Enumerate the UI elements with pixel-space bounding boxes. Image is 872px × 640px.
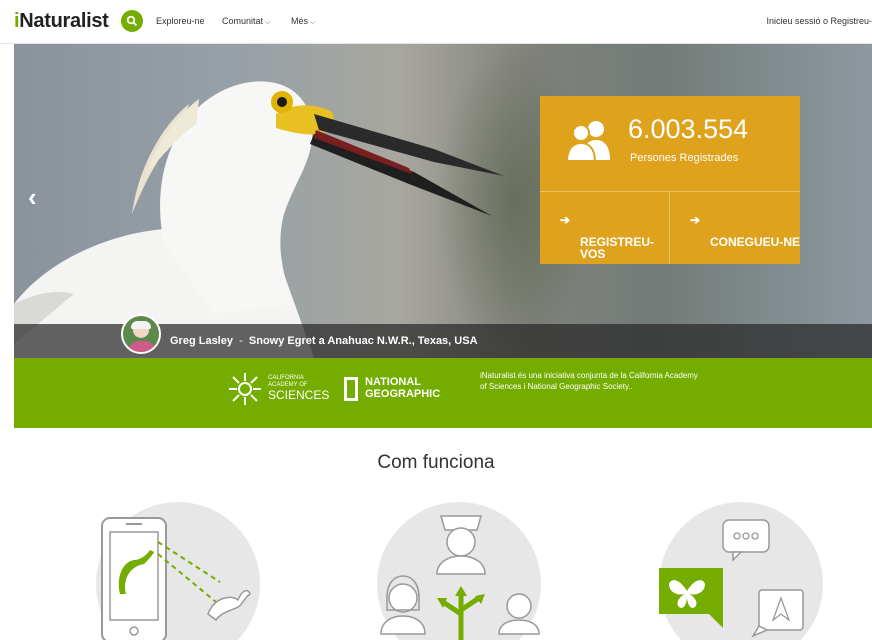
signup-button[interactable]: REGISTREU-VOS ➔: [540, 192, 670, 264]
identification-icon: [659, 519, 804, 638]
stats-panel: 6.003.554 Persones Registrades REGISTREU…: [540, 96, 800, 264]
chevron-down-icon: ⌵: [265, 19, 271, 26]
how-it-works-title: Com funciona: [377, 452, 495, 473]
circle-arrow-icon: ➔: [690, 213, 701, 227]
learn-more-button[interactable]: CONEGUEU-NE ➔: [670, 192, 800, 264]
hero-banner: ‹ 6.003.554 Persones Registrades REGISTR…: [14, 44, 872, 358]
search-button[interactable]: [121, 10, 143, 32]
nav-community[interactable]: Comunitat ⌵: [222, 16, 270, 27]
partners-band: CALIFORNIA ACADEMY OF SCIENCES NATIONAL …: [14, 358, 872, 428]
natgeo-logo-text[interactable]: NATIONAL GEOGRAPHIC: [365, 376, 440, 400]
top-navbar: iNaturalist Exploreu-ne Comunitat ⌵ Més ⌵ …: [0, 0, 872, 44]
academy-logo-text[interactable]: CALIFORNIA ACADEMY OF SCIENCES: [268, 375, 329, 401]
stats-summary: 6.003.554 Persones Registrades: [540, 96, 800, 192]
natgeo-logo-icon[interactable]: [344, 377, 358, 401]
page: iNaturalist Exploreu-ne Comunitat ⌵ Més ⌵ …: [0, 0, 872, 640]
partnership-blurb: iNaturalist és una iniciativa conjunta d…: [480, 371, 698, 391]
photographer-avatar[interactable]: [121, 314, 161, 354]
academy-logo-icon[interactable]: [228, 372, 262, 406]
step-identification: [659, 502, 823, 640]
nav-explore[interactable]: Exploreu-ne: [156, 16, 205, 26]
photo-title[interactable]: Snowy Egret a Anahuac N.W.R., Texas, USA: [249, 335, 478, 347]
step-share-community: [377, 502, 541, 640]
phone-observation-icon: [101, 517, 251, 640]
registered-label: Persones Registrades: [630, 152, 739, 164]
circle-arrow-icon: ➔: [560, 213, 571, 227]
photographer-name[interactable]: Greg Lasley: [170, 335, 233, 347]
registered-count: 6.003.554: [628, 114, 749, 144]
photo-caption: Greg Lasley - Snowy Egret a Anahuac N.W.…: [170, 335, 478, 347]
nav-more[interactable]: Més ⌵: [291, 16, 315, 27]
arrow-left-icon[interactable]: ‹: [28, 182, 37, 213]
chevron-down-icon: ⌵: [310, 19, 316, 26]
step-record-observation: [96, 502, 260, 640]
people-icon: [566, 121, 610, 162]
search-icon: [126, 15, 138, 27]
inaturalist-logo[interactable]: iNaturalist: [14, 10, 109, 33]
community-icon: [380, 515, 540, 640]
login-signup-link[interactable]: Inicieu sessió o Registreu-: [766, 16, 872, 26]
